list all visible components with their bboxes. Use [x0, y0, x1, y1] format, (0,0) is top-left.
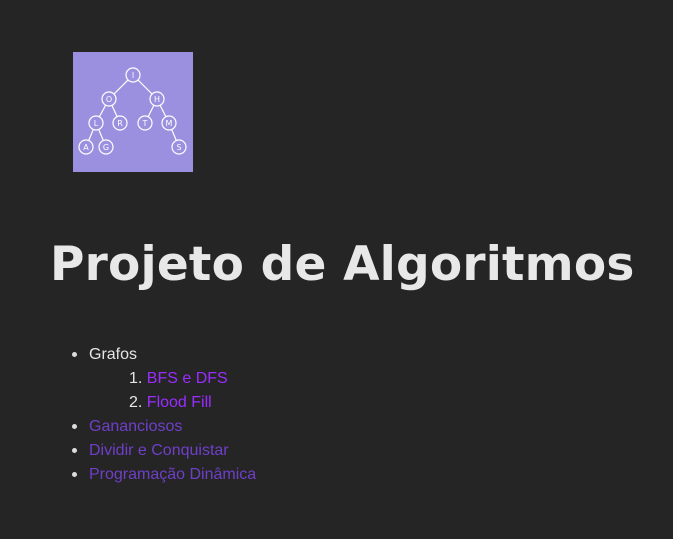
algorithms-tree-logo: I O H L R T M A G S — [73, 52, 193, 172]
item-number: 1. — [129, 370, 143, 387]
flood-fill-link[interactable]: Flood Fill — [147, 394, 212, 411]
tree-node-label: R — [117, 119, 123, 128]
list-item: 2. Flood Fill — [129, 391, 256, 415]
tree-node-label: A — [83, 143, 89, 152]
list-item: Grafos 1. BFS e DFS 2. Flood Fill — [71, 343, 256, 415]
tree-node-label: O — [106, 95, 112, 104]
item-number: 2. — [129, 394, 143, 411]
list-item: Gananciosos — [71, 415, 256, 439]
tree-node-label: T — [142, 119, 148, 128]
tree-node-label: M — [166, 119, 173, 128]
tree-node-label: S — [176, 143, 181, 152]
dynamic-programming-link[interactable]: Programação Dinâmica — [89, 466, 256, 483]
graphs-sublist: 1. BFS e DFS 2. Flood Fill — [89, 367, 256, 415]
page: I O H L R T M A G S Projeto de Algoritmo… — [0, 0, 673, 539]
list-item: Dividir e Conquistar — [71, 439, 256, 463]
page-title: Projeto de Algoritmos — [50, 237, 635, 292]
tree-diagram: I O H L R T M A G S — [78, 67, 187, 155]
tree-node-label: L — [94, 119, 99, 128]
list-item: 1. BFS e DFS — [129, 367, 256, 391]
tree-node-label: I — [132, 71, 134, 80]
topic-graphs-label: Grafos — [89, 346, 138, 363]
topic-list: Grafos 1. BFS e DFS 2. Flood Fill Gananc… — [71, 343, 256, 487]
tree-node-label: H — [154, 95, 160, 104]
divide-conquer-link[interactable]: Dividir e Conquistar — [89, 442, 229, 459]
greedy-link[interactable]: Gananciosos — [89, 418, 182, 435]
list-item: Programação Dinâmica — [71, 463, 256, 487]
bfs-dfs-link[interactable]: BFS e DFS — [147, 370, 228, 387]
tree-node-label: G — [103, 143, 109, 152]
